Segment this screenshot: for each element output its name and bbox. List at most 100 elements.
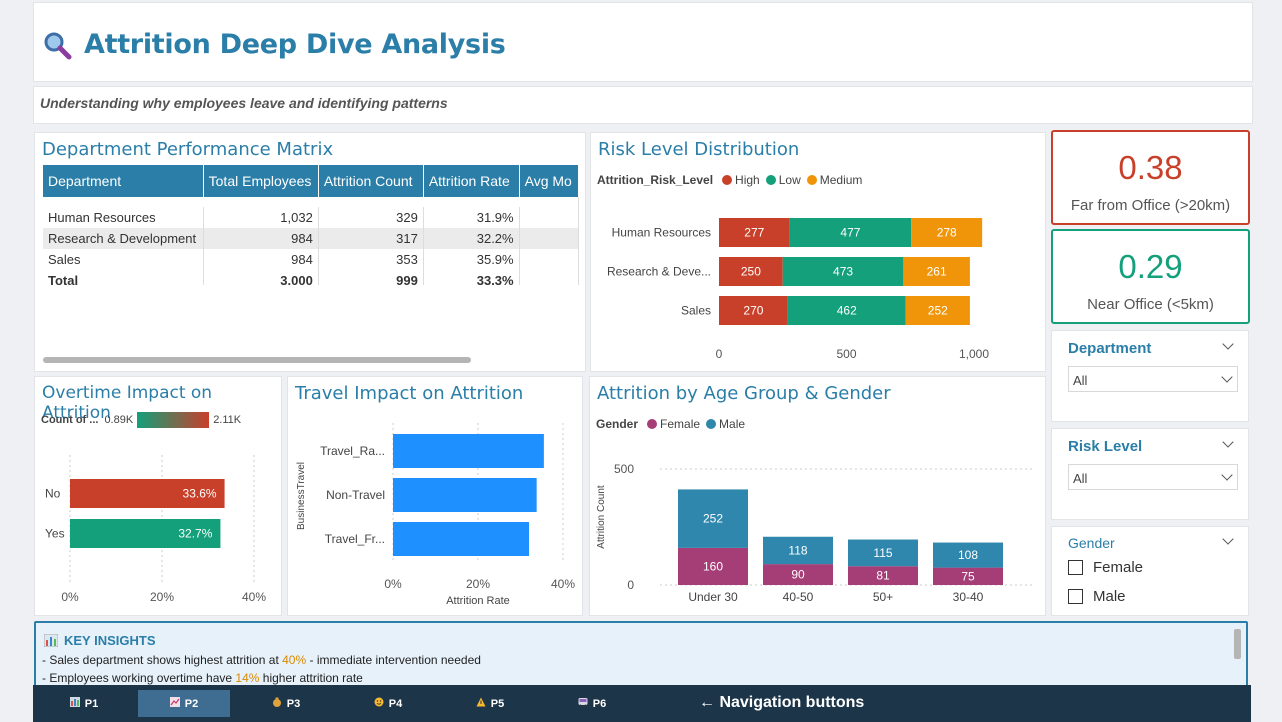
slicer-title: Risk Level xyxy=(1068,438,1143,455)
cell xyxy=(519,228,579,249)
table-row[interactable]: Sales 984 353 35.9% xyxy=(43,249,579,270)
legend-label: Low xyxy=(778,173,801,187)
kpi-label: Near Office (<5km) xyxy=(1087,296,1214,313)
col-header[interactable]: Total Employees xyxy=(203,165,319,197)
kpi-near-office: 0.29 Near Office (<5km) xyxy=(1051,229,1250,324)
data-label: 90 xyxy=(791,568,805,582)
nav-label: P2 xyxy=(184,697,199,710)
table-row[interactable]: Research & Development 984 317 32.2% xyxy=(43,228,579,249)
category-label: Human Resources xyxy=(612,226,711,240)
data-label: 473 xyxy=(833,265,853,279)
tick-label: 0 xyxy=(627,578,634,592)
department-slicer[interactable]: Department All xyxy=(1051,330,1249,422)
col-header[interactable]: Attrition Rate xyxy=(423,165,520,197)
gender-slicer[interactable]: Gender Female Male xyxy=(1051,526,1249,616)
overtime-visual[interactable]: Overtime Impact on Attrition Count of ..… xyxy=(34,376,282,616)
kpi-value: 0.29 xyxy=(1118,248,1183,285)
page-title: Attrition Deep Dive Analysis xyxy=(84,29,506,60)
data-label: 75 xyxy=(961,569,975,583)
col-header[interactable]: Department xyxy=(43,165,204,197)
nav-label: P5 xyxy=(490,697,505,710)
nav-button-p3[interactable]: P3 xyxy=(240,690,332,717)
chevron-down-icon[interactable] xyxy=(1222,436,1234,448)
data-label: 250 xyxy=(741,265,761,279)
cell: 33.3% xyxy=(423,270,520,285)
legend-dot-high xyxy=(722,175,733,185)
risk-level-slicer[interactable]: Risk Level All xyxy=(1051,428,1249,520)
department-dropdown[interactable]: All xyxy=(1068,366,1238,392)
nav-button-p1[interactable]: P1 xyxy=(38,690,130,717)
chevron-down-icon[interactable] xyxy=(1221,371,1233,383)
category-label: Travel_Ra... xyxy=(320,444,385,458)
nav-button-p2[interactable]: P2 xyxy=(138,690,230,717)
legend-title: Gender xyxy=(596,417,639,431)
slicer-title: Department xyxy=(1068,340,1152,357)
tick-label: 0% xyxy=(384,577,402,591)
data-label: 115 xyxy=(873,546,892,560)
gender-option-male[interactable]: Male xyxy=(1068,588,1126,605)
dropdown-value: All xyxy=(1073,471,1088,486)
table-row[interactable]: Human Resources 1,032 329 31.9% xyxy=(43,207,579,228)
chevron-down-icon[interactable] xyxy=(1221,469,1233,481)
option-label: Female xyxy=(1093,559,1144,576)
age-chart-title: Attrition by Age Group & Gender xyxy=(597,383,891,404)
legend-min: 0.89K xyxy=(104,414,134,426)
nav-button-p6[interactable]: P6 xyxy=(546,690,638,717)
table-total-row[interactable]: Total 3,000 999 33.3% xyxy=(43,270,579,285)
risk-chart-title: Risk Level Distribution xyxy=(598,139,800,160)
tick-label: 20% xyxy=(466,577,490,591)
cell: Total xyxy=(43,270,204,285)
cell: 984 xyxy=(203,228,319,249)
age-chart-svg: 500 0 Attrition Count 160 252 Under 30 90 118 40… xyxy=(596,462,1035,604)
magnifier-icon xyxy=(42,30,72,60)
legend-title: Attrition_Risk_Level xyxy=(597,173,714,187)
data-label: 32.7% xyxy=(178,527,212,541)
bar xyxy=(393,478,537,512)
cell: 317 xyxy=(318,228,424,249)
nav-label: P6 xyxy=(592,697,607,710)
bar xyxy=(393,434,544,468)
bus-icon xyxy=(578,697,588,710)
department-matrix-visual[interactable]: Department Performance Matrix Department… xyxy=(34,132,586,372)
kpi-value: 0.38 xyxy=(1118,149,1183,186)
checkbox[interactable] xyxy=(1068,560,1083,575)
tick-label: 1,000 xyxy=(959,347,989,361)
category-label: Travel_Fr... xyxy=(325,532,385,546)
risk-chart-svg: Human Resources 277 477 278 Research & Deve.… xyxy=(607,218,989,361)
col-header[interactable]: Avg Mo xyxy=(519,165,579,197)
insights-header: KEY INSIGHTS xyxy=(43,633,156,648)
gender-option-female[interactable]: Female xyxy=(1068,559,1143,576)
y-axis-title: BusinessTravel xyxy=(296,462,307,530)
legend-label: High xyxy=(735,173,760,187)
age-gender-visual[interactable]: Attrition by Age Group & Gender Gender F… xyxy=(589,376,1046,616)
tick-label: 0% xyxy=(61,590,79,604)
data-label: 252 xyxy=(928,304,948,318)
risk-distribution-visual[interactable]: Risk Level Distribution Attrition_Risk_L… xyxy=(590,132,1046,372)
chevron-down-icon[interactable] xyxy=(1222,533,1234,545)
nav-button-p4[interactable]: P4 xyxy=(342,690,434,717)
category-label: Under 30 xyxy=(688,590,738,604)
col-header[interactable]: Attrition Count xyxy=(318,165,424,197)
cell: 35.9% xyxy=(423,249,520,270)
travel-visual[interactable]: Travel Impact on Attrition Travel_Ra... N… xyxy=(287,376,583,616)
key-insights-panel: KEY INSIGHTS - Sales department shows hi… xyxy=(34,621,1248,691)
navigation-hint: ← Navigation buttons xyxy=(699,694,865,711)
checkbox[interactable] xyxy=(1068,589,1083,604)
nav-label: P3 xyxy=(286,697,301,710)
nav-button-p5[interactable]: P5 xyxy=(444,690,536,717)
risk-level-dropdown[interactable]: All xyxy=(1068,464,1238,490)
table-row[interactable] xyxy=(43,197,579,207)
navigation-bar: P1 P2 P3 P4 P5 P6 ← Navigation buttons xyxy=(33,685,1251,722)
category-label: Sales xyxy=(681,304,711,318)
data-label: 277 xyxy=(744,226,764,240)
vertical-scrollbar[interactable] xyxy=(1234,629,1241,659)
data-label: 462 xyxy=(837,304,857,318)
tick-label: 40% xyxy=(242,590,266,604)
matrix-table: Department Total Employees Attrition Cou… xyxy=(43,165,579,285)
horizontal-scrollbar[interactable] xyxy=(43,357,471,363)
nav-label: P1 xyxy=(84,697,99,710)
cell: 353 xyxy=(318,249,424,270)
tick-label: 40% xyxy=(551,577,575,591)
chevron-down-icon[interactable] xyxy=(1222,338,1234,350)
data-label: 81 xyxy=(876,569,890,583)
